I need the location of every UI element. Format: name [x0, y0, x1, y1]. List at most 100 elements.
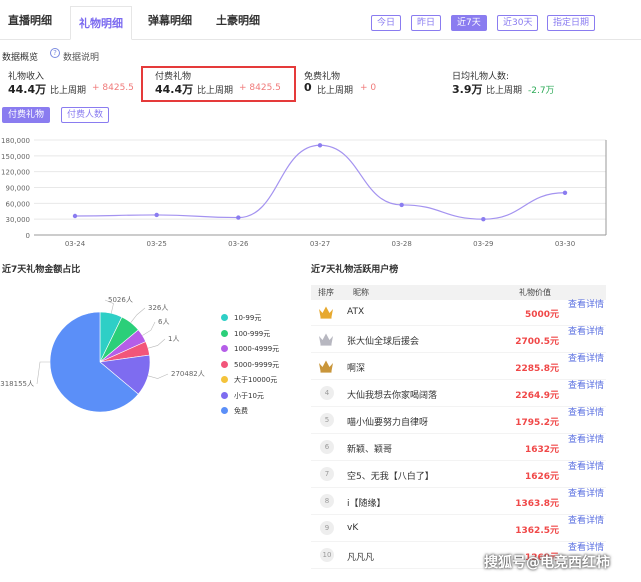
gift-value: 1362.5元	[515, 526, 559, 536]
paid-gift-chip[interactable]: 付费礼物	[2, 107, 51, 123]
view-detail-link[interactable]: 查看详情	[568, 407, 606, 420]
view-detail-link[interactable]: 查看详情	[568, 380, 606, 393]
table-row: 8 i【随缘】 1363.8元 查看详情	[311, 488, 606, 515]
y-tick-label: 30,000	[6, 216, 31, 224]
legend-item[interactable]: 大于10000元	[221, 375, 277, 385]
gift-value: 5000元	[524, 310, 559, 320]
nickname: 新颖、颖哥	[347, 445, 393, 455]
series-line	[74, 144, 566, 220]
pie-label-line	[36, 361, 50, 385]
pie-slice-label: 1人	[168, 335, 179, 343]
rank-number: 4	[320, 386, 334, 400]
view-detail-link[interactable]: 查看详情	[568, 515, 606, 528]
view-detail-link[interactable]: 查看详情	[568, 461, 606, 474]
stat-free-gift-delta: + 0	[360, 83, 377, 93]
help-icon[interactable]: ?	[50, 48, 60, 58]
header-gift-value: 礼物价值	[519, 288, 551, 297]
data-explanation-link[interactable]: 数据说明	[63, 50, 99, 63]
x-tick-label: 03-29	[473, 240, 493, 248]
pie-label-line	[130, 307, 146, 323]
legend-label: 大于10000元	[234, 376, 278, 384]
gift-value: 1795.2元	[515, 418, 559, 428]
pie-slice-label: 6人	[158, 318, 169, 326]
view-detail-link[interactable]: 查看详情	[568, 488, 606, 501]
table-row: 啊深 2285.8元 查看详情	[311, 353, 606, 380]
view-detail-link[interactable]: 查看详情	[568, 353, 606, 366]
rank-number: 8	[320, 494, 334, 508]
view-detail-link[interactable]: 查看详情	[568, 434, 606, 447]
pie-slice-label: 326人	[148, 304, 168, 312]
y-tick-label: 0	[26, 232, 30, 240]
stat-free-gift-value: 0	[304, 81, 312, 94]
nickname: 凡凡凡	[347, 553, 375, 563]
nickname: 大仙我想去你家喝阔落	[347, 391, 438, 401]
gift-value: 2264.9元	[515, 391, 559, 401]
nickname: 啊深	[347, 364, 366, 374]
gift-value: 2285.8元	[515, 364, 559, 374]
pie-label-line	[147, 338, 166, 349]
range-yesterday-button[interactable]: 昨日	[411, 15, 442, 31]
gift-value: 1632元	[524, 445, 559, 455]
data-point	[72, 213, 78, 219]
rank-number: 7	[320, 467, 334, 481]
legend-dot-icon	[221, 391, 228, 399]
paid-users-chip[interactable]: 付费人数	[61, 107, 110, 123]
stat-paid-gift-cmp: 比上周期	[197, 86, 234, 96]
y-tick-label: 180,000	[1, 137, 30, 145]
range-today-button[interactable]: 今日	[371, 15, 402, 31]
stat-daily-users-cmp: 比上周期	[486, 86, 523, 96]
ranking-table-header: 排序 昵称 礼物价值	[311, 285, 606, 300]
y-tick-label: 60,000	[6, 200, 31, 208]
nickname: 张大仙全球后援会	[347, 337, 420, 347]
stat-paid-gift-value: 44.4万	[155, 83, 194, 96]
legend-label: 5000-9999元	[234, 360, 280, 369]
gift-value: 1363.8元	[515, 499, 559, 509]
range-30days-button[interactable]: 近30天	[497, 15, 539, 31]
table-row: 5 喵小仙要努力自律呀 1795.2元 查看详情	[311, 407, 606, 434]
rank-number: 10	[320, 548, 334, 562]
data-point	[317, 143, 323, 148]
legend-label: 免费	[234, 407, 248, 415]
tab-live-detail[interactable]: 直播明细	[8, 12, 52, 28]
crown-icon	[319, 333, 333, 346]
pie-slice-label: 1318155人	[0, 380, 34, 388]
pie-slice-label: 270482人	[171, 370, 205, 378]
paid-gift-line-chart: 180,000 150,000 120,000 90,000 60,000 30,000 0…	[1, 137, 607, 248]
tab-danmaku-detail[interactable]: 弹幕明细	[148, 12, 192, 28]
legend-dot-icon	[221, 407, 228, 414]
legend-item[interactable]: 10-99元	[221, 313, 261, 323]
y-tick-label: 150,000	[1, 153, 30, 161]
view-detail-link[interactable]: 查看详情	[568, 326, 606, 339]
stat-gift-income-value: 44.4万	[8, 83, 47, 96]
legend-dot-icon	[221, 376, 228, 383]
legend-dot-icon	[221, 345, 228, 352]
legend-item[interactable]: 1000-4999元	[221, 344, 279, 354]
tab-gift-detail[interactable]: 礼物明细	[70, 6, 132, 40]
legend-label: 10-99元	[234, 314, 262, 322]
data-point	[154, 212, 159, 218]
stat-free-gift-cmp: 比上周期	[317, 86, 354, 96]
data-point	[562, 190, 568, 195]
range-custom-date-button[interactable]: 指定日期	[547, 15, 596, 31]
crown-icon	[319, 306, 333, 319]
legend-item[interactable]: 100-999元	[221, 329, 270, 339]
nickname: ATX	[347, 307, 365, 317]
legend-item[interactable]: 5000-9999元	[221, 360, 279, 370]
range-7days-button[interactable]: 近7天	[451, 15, 487, 31]
legend-item[interactable]: 免费	[221, 406, 248, 416]
pie-label-line	[142, 321, 156, 336]
data-point	[236, 215, 241, 220]
stat-gift-income-delta: + 8425.5	[92, 83, 134, 93]
legend-item[interactable]: 小于10元	[221, 391, 264, 401]
stat-daily-users-value: 3.9万	[452, 83, 483, 96]
table-row: 6 新颖、颖哥 1632元 查看详情	[311, 434, 606, 461]
view-detail-link[interactable]: 查看详情	[568, 299, 606, 312]
stat-gift-income-cmp: 比上周期	[50, 86, 87, 96]
nickname: vK	[347, 523, 359, 533]
x-tick-label: 03-28	[391, 240, 411, 248]
x-tick-label: 03-26	[228, 240, 249, 248]
tab-rich-detail[interactable]: 土豪明细	[216, 12, 260, 28]
ranking-title: 近7天礼物活跃用户榜	[311, 265, 399, 275]
x-tick-label: 03-30	[555, 240, 575, 248]
table-row: ATX 5000元 查看详情	[311, 299, 606, 326]
